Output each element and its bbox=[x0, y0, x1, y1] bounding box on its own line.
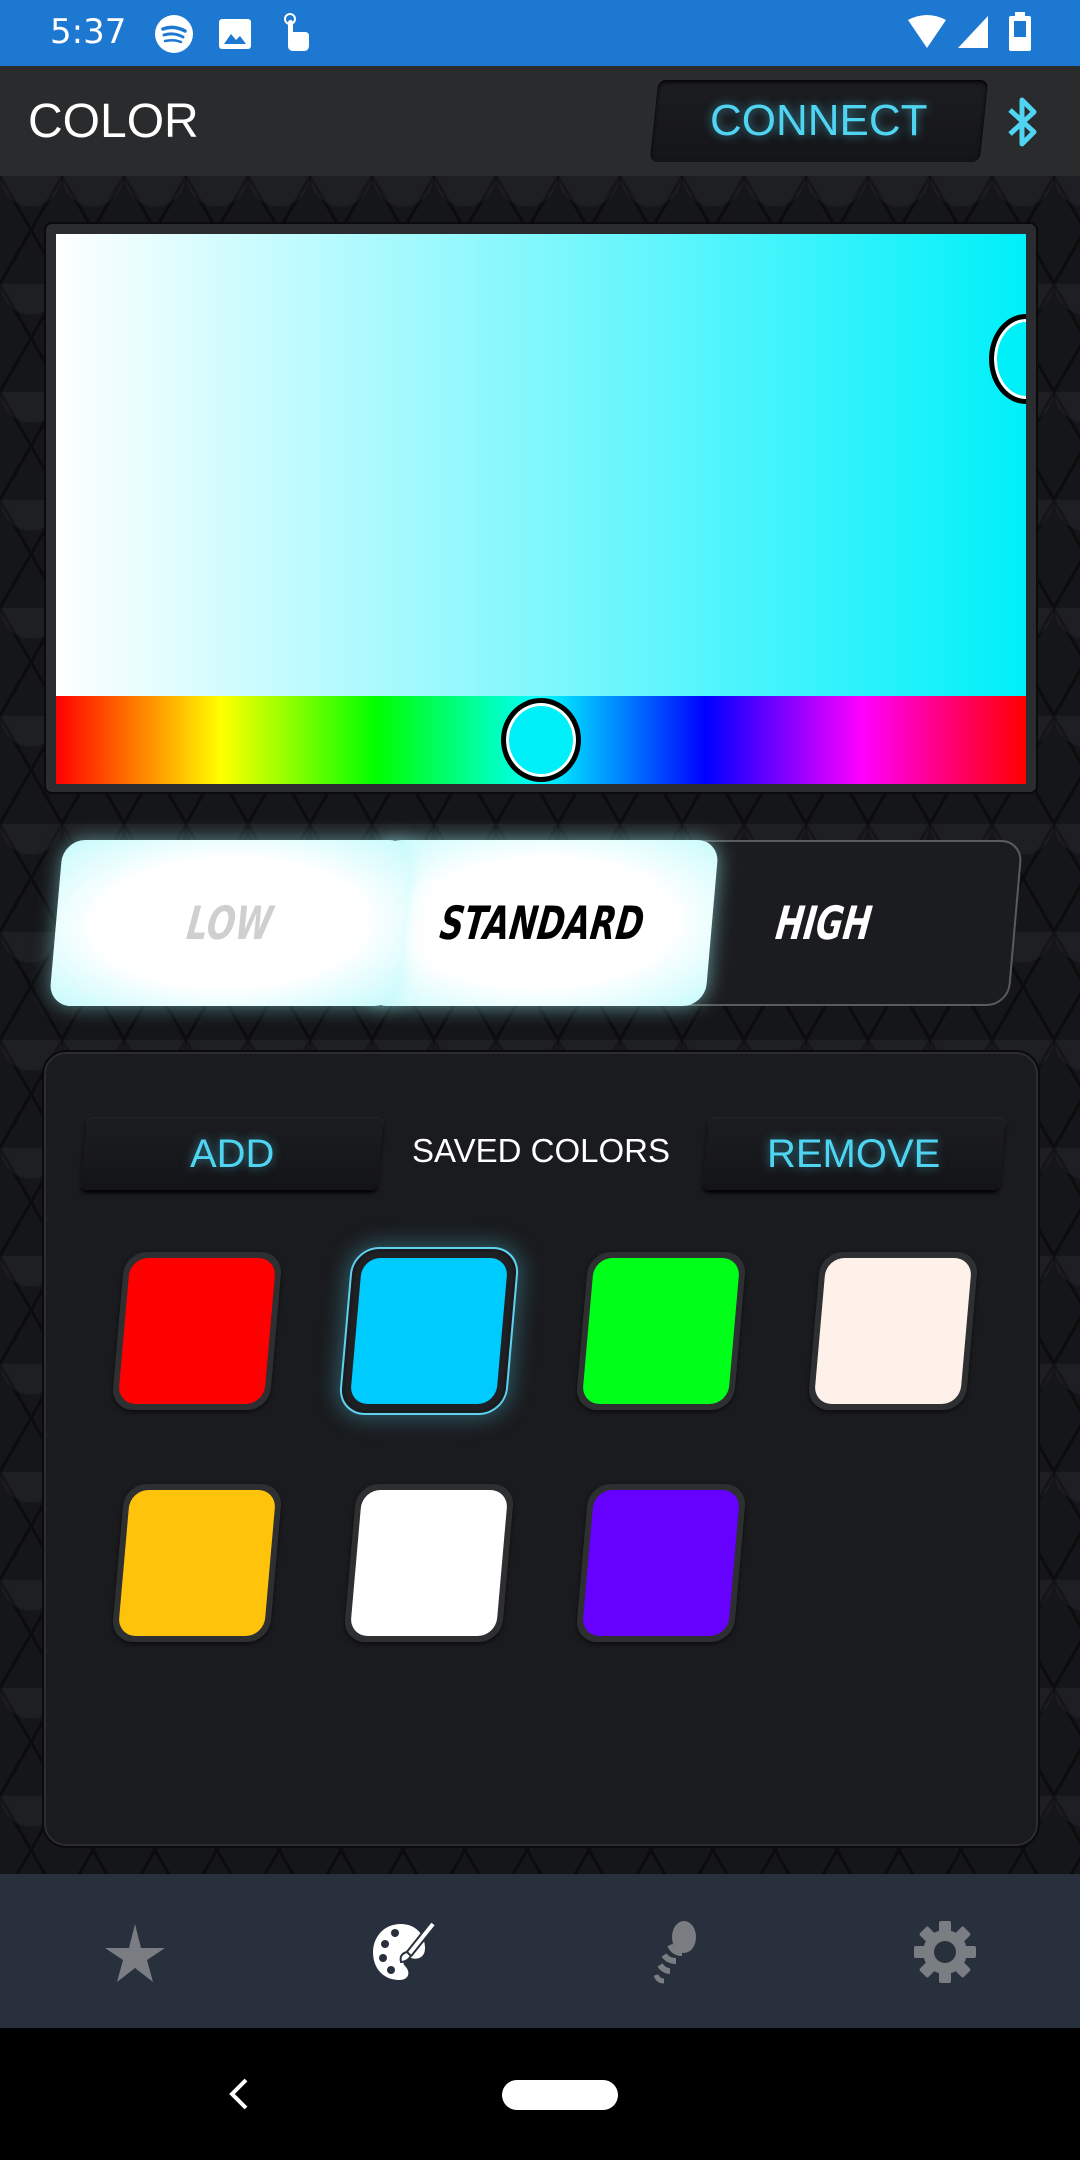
saved-color-swatch[interactable] bbox=[807, 1252, 979, 1410]
system-nav-bar bbox=[0, 2028, 1080, 2160]
back-button[interactable] bbox=[222, 2076, 254, 2112]
add-color-button[interactable]: ADD bbox=[80, 1118, 384, 1190]
saved-color-swatch[interactable] bbox=[343, 1252, 515, 1410]
saturation-value-handle[interactable] bbox=[989, 313, 1026, 404]
microphone-icon bbox=[653, 1921, 696, 1984]
swatch-fill bbox=[349, 1258, 509, 1404]
saved-color-swatch[interactable] bbox=[111, 1484, 283, 1642]
saturation-value-area[interactable] bbox=[56, 234, 1026, 696]
saved-color-swatch[interactable] bbox=[575, 1252, 747, 1410]
wifi-icon bbox=[906, 14, 948, 55]
back-icon bbox=[229, 2078, 248, 2110]
gallery-icon bbox=[218, 18, 252, 55]
brightness-selector: HIGH STANDARD LOW bbox=[0, 840, 1080, 1010]
page-title: COLOR bbox=[28, 95, 199, 148]
hue-handle[interactable] bbox=[501, 698, 581, 782]
app-bar: COLOR CONNECT bbox=[0, 66, 1080, 176]
swatch-fill bbox=[349, 1490, 509, 1636]
nav-item-music[interactable] bbox=[636, 1912, 716, 1992]
swatch-fill bbox=[117, 1490, 277, 1636]
bluetooth-icon[interactable] bbox=[1000, 94, 1044, 150]
palette-icon bbox=[373, 1921, 437, 1980]
star-icon bbox=[105, 1924, 165, 1982]
remove-color-button[interactable]: REMOVE bbox=[702, 1118, 1006, 1190]
nav-item-color[interactable] bbox=[364, 1912, 444, 1992]
swatch-fill bbox=[581, 1258, 741, 1404]
status-time: 5:37 bbox=[50, 12, 127, 52]
connect-label: CONNECT bbox=[710, 96, 928, 145]
swatch-fill bbox=[117, 1258, 277, 1404]
brightness-label: LOW bbox=[184, 896, 276, 950]
bottom-nav bbox=[0, 1874, 1080, 2028]
signal-icon bbox=[956, 14, 990, 55]
touch-icon bbox=[278, 12, 312, 57]
saved-colors-panel: ADD SAVED COLORS REMOVE bbox=[44, 1052, 1038, 1846]
saved-color-swatch[interactable] bbox=[111, 1252, 283, 1410]
brightness-label: HIGH bbox=[773, 896, 875, 950]
nav-item-settings[interactable] bbox=[905, 1912, 985, 1992]
remove-label: REMOVE bbox=[767, 1131, 941, 1176]
swatch-fill bbox=[813, 1258, 973, 1404]
battery-icon bbox=[1008, 12, 1032, 57]
brightness-option-standard[interactable]: STANDARD bbox=[364, 840, 720, 1006]
saved-colors-title: SAVED COLORS bbox=[412, 1132, 670, 1169]
content-area: HIGH STANDARD LOW ADD SAVED COLORS REMOV… bbox=[0, 176, 1080, 1874]
nav-item-favorites[interactable] bbox=[95, 1912, 175, 1992]
gear-icon bbox=[914, 1921, 976, 1983]
status-bar: 5:37 bbox=[0, 0, 1080, 66]
add-label: ADD bbox=[189, 1131, 275, 1176]
brightness-label: STANDARD bbox=[436, 896, 648, 950]
saved-color-swatch[interactable] bbox=[343, 1484, 515, 1642]
home-button[interactable] bbox=[502, 2080, 618, 2110]
brightness-option-low[interactable]: LOW bbox=[48, 840, 412, 1006]
connect-button[interactable]: CONNECT bbox=[649, 80, 989, 162]
swatch-fill bbox=[581, 1490, 741, 1636]
saved-color-swatch[interactable] bbox=[575, 1484, 747, 1642]
spotify-icon bbox=[154, 14, 194, 59]
hue-slider[interactable] bbox=[56, 696, 1026, 784]
